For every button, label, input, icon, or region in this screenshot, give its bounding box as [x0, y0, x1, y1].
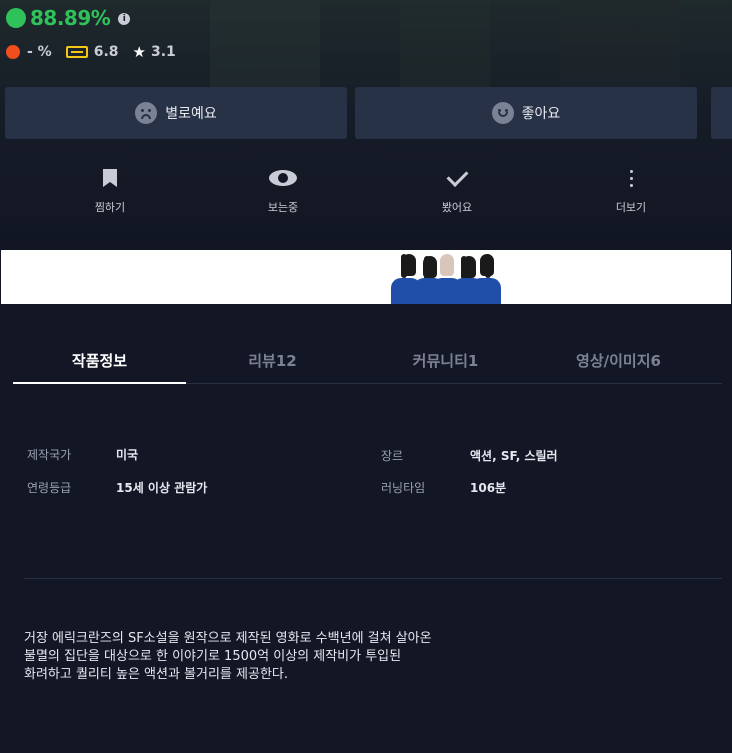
watched-label: 봤어요 — [441, 201, 473, 214]
genre-value: 액션, SF, 스릴러 — [470, 449, 558, 463]
dislike-button[interactable]: 별로예요 — [5, 87, 347, 139]
watching-button[interactable]: 보는중 — [223, 165, 343, 215]
more-label: 더보기 — [615, 201, 647, 214]
banner-figure — [471, 250, 501, 304]
synopsis-line: 불멸의 집단을 대상으로 한 이야기로 1500억 이상의 제작비가 투입된 — [24, 649, 402, 664]
happy-face-icon — [491, 102, 514, 124]
more-vertical-icon — [629, 169, 633, 187]
score-row: 88.89% i — [6, 6, 131, 30]
backdrop-figure — [210, 0, 320, 90]
wishlist-button[interactable]: 찜하기 — [50, 165, 170, 215]
negative-rating-icon — [6, 45, 20, 59]
wishlist-label: 찜하기 — [94, 201, 126, 214]
eye-icon — [269, 170, 297, 186]
check-icon — [446, 165, 468, 187]
tab-community[interactable]: 커뮤니티1 — [359, 340, 532, 383]
positive-rating-icon — [6, 8, 26, 28]
age-rating-value: 15세 이상 관람가 — [116, 481, 208, 495]
runtime-label: 러닝타임 — [381, 481, 426, 495]
genre-label: 장르 — [381, 449, 404, 463]
section-divider — [24, 578, 722, 579]
bookmark-icon — [103, 169, 117, 187]
backdrop-figure — [400, 0, 490, 90]
more-button[interactable]: 더보기 — [571, 165, 691, 215]
country-label: 제작국가 — [27, 448, 72, 462]
country-value: 미국 — [116, 448, 139, 462]
imdb-icon — [65, 46, 88, 58]
backdrop-figure — [560, 0, 680, 90]
rating-meta-row: - % 6.8 ★ 3.1 — [6, 43, 176, 61]
info-icon[interactable]: i — [118, 13, 131, 25]
watching-label: 보는중 — [267, 201, 299, 214]
positive-score: 88.89% — [30, 6, 111, 30]
partial-button[interactable] — [711, 87, 732, 139]
dislike-label: 별로예요 — [165, 106, 217, 122]
age-rating-label: 연령등급 — [27, 481, 72, 495]
runtime-value: 106분 — [470, 481, 507, 495]
sad-face-icon — [135, 102, 158, 124]
synopsis: 거장 에릭크란즈의 SF소설을 원작으로 제작된 영화로 수백년에 걸쳐 살아온… — [24, 630, 664, 684]
promo-banner[interactable] — [1, 250, 731, 304]
tab-bar: 작품정보 리뷰12 커뮤니티1 영상/이미지6 — [13, 340, 722, 384]
star-icon: ★ — [132, 43, 146, 61]
like-label: 좋아요 — [521, 106, 561, 122]
synopsis-line: 화려하고 퀄리티 높은 액션과 볼거리를 제공한다. — [24, 667, 288, 682]
synopsis-line: 거장 에릭크란즈의 SF소설을 원작으로 제작된 영화로 수백년에 걸쳐 살아온 — [24, 631, 432, 646]
secondary-score: - % — [27, 44, 52, 60]
tab-info[interactable]: 작품정보 — [13, 340, 186, 384]
star-score: 3.1 — [150, 44, 176, 60]
imdb-score: 6.8 — [93, 44, 119, 60]
watched-button[interactable]: 봤어요 — [397, 165, 517, 215]
tab-reviews[interactable]: 리뷰12 — [186, 340, 359, 383]
like-button[interactable]: 좋아요 — [355, 87, 697, 139]
hero-backdrop: 88.89% i - % 6.8 ★ 3.1 별로예요 좋아요 찜하기 보는중 … — [0, 0, 732, 250]
tab-media[interactable]: 영상/이미지6 — [532, 340, 705, 383]
